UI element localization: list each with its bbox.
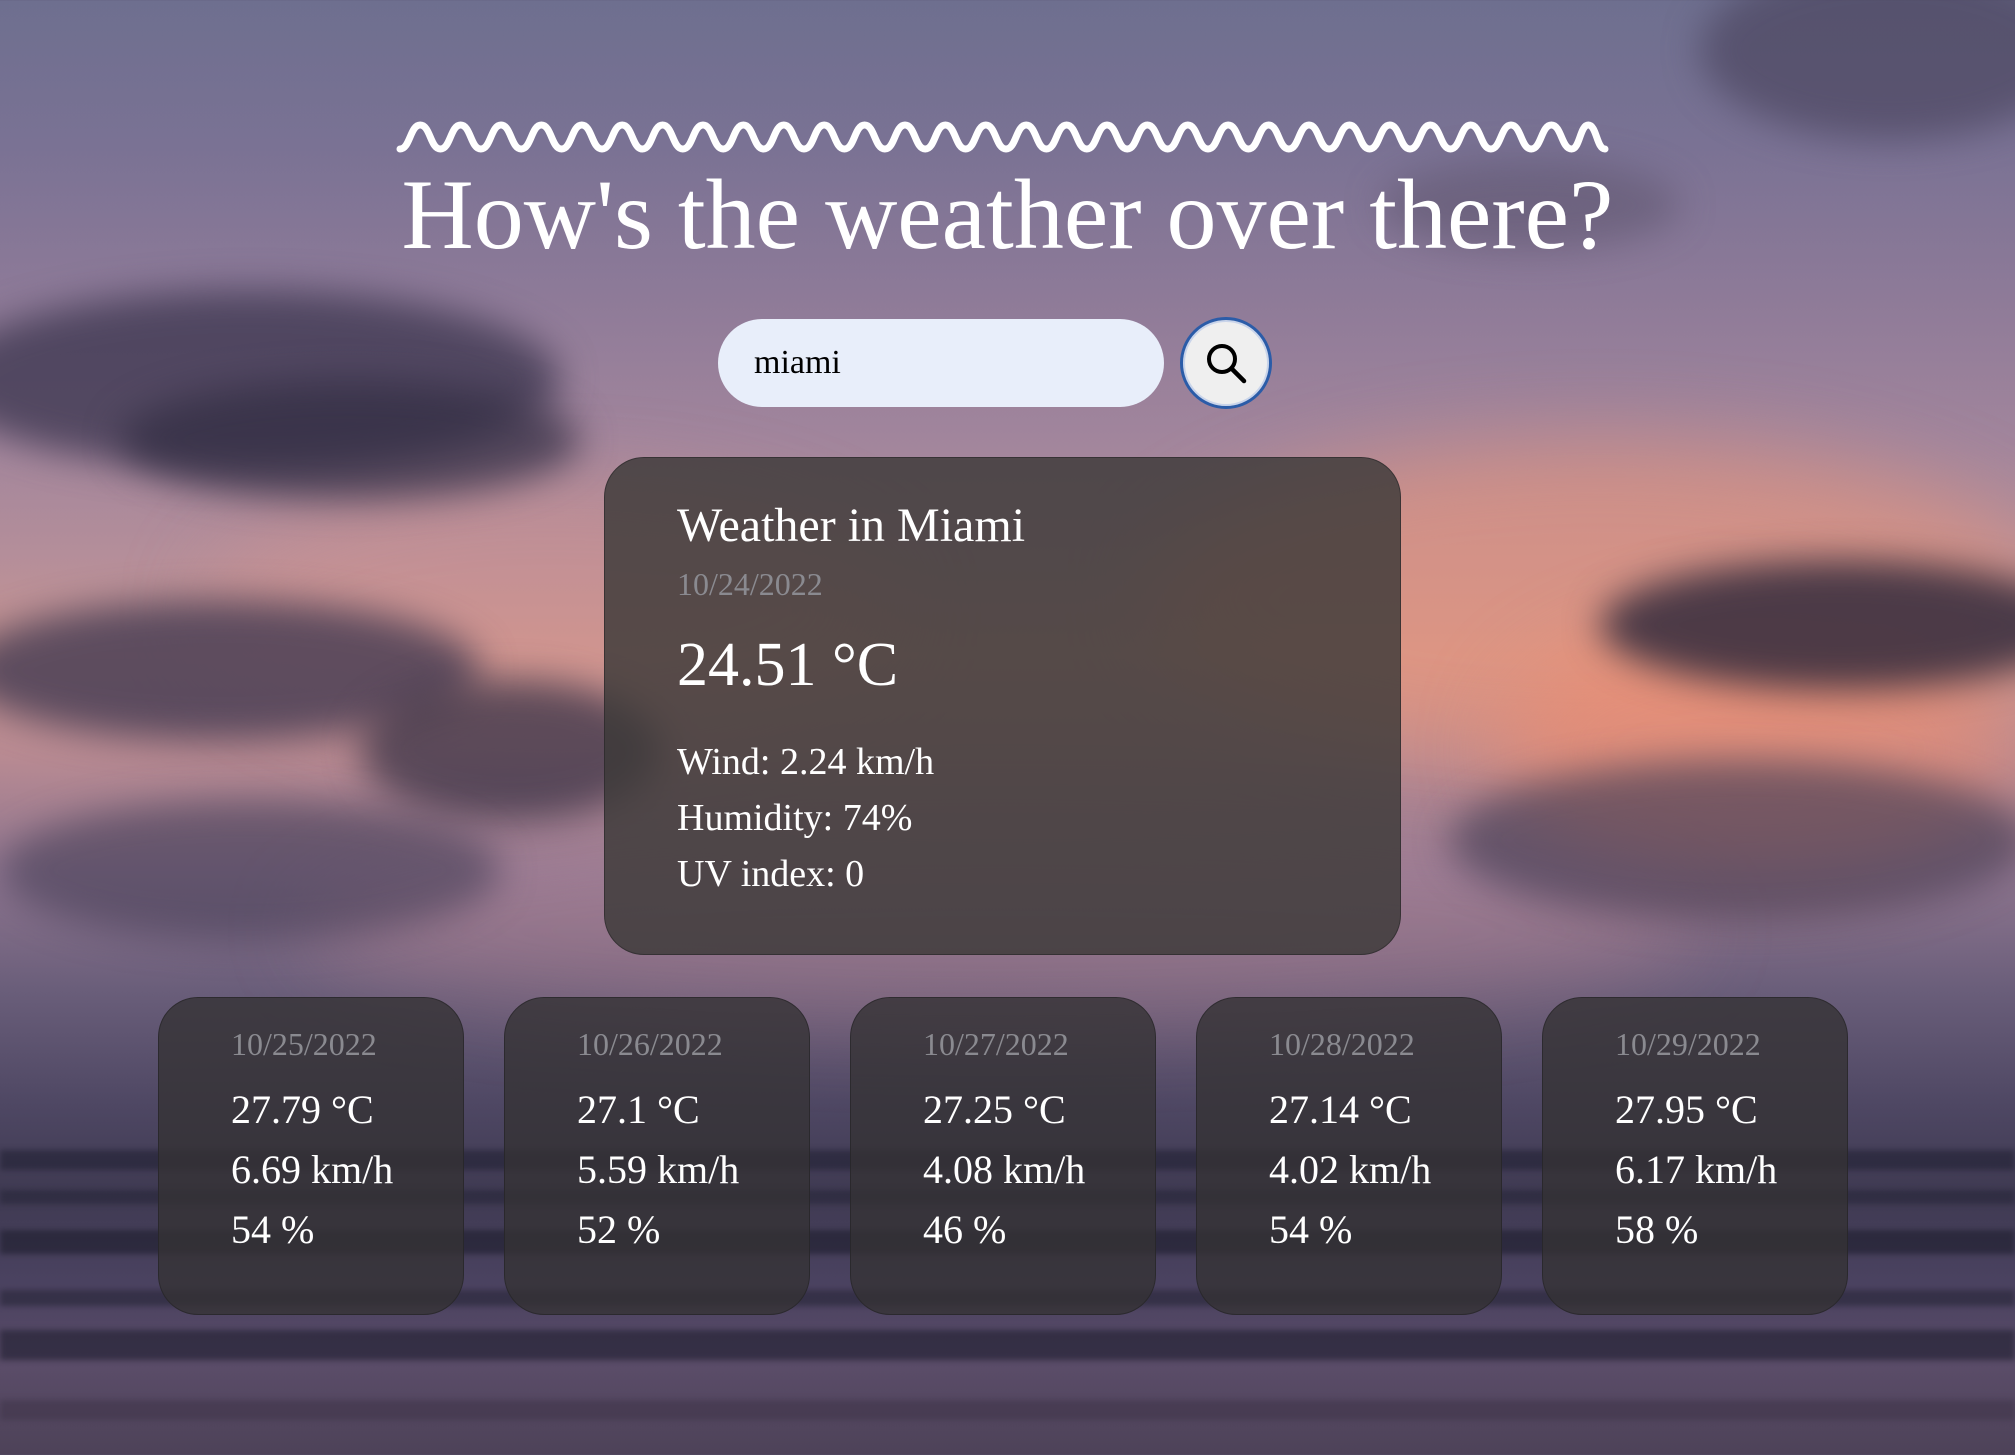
forecast-humidity: 52 % [577,1207,661,1252]
forecast-date: 10/28/2022 [1269,1026,1415,1062]
current-wind: Wind: 2.24 km/h [677,741,935,783]
current-temperature: 24.51 °C [677,631,899,699]
forecast-humidity: 58 % [1615,1207,1699,1252]
page-title: How's the weather over there? [401,159,1614,270]
forecast-card: 10/26/2022 27.1 °C 5.59 km/h 52 % [504,997,810,1315]
forecast-humidity: 54 % [231,1207,315,1252]
current-humidity: Humidity: 74% [677,797,913,839]
current-weather-card: Weather in Miami 10/24/2022 24.51 °C Win… [604,457,1401,955]
forecast-card: 10/27/2022 27.25 °C 4.08 km/h 46 % [850,997,1156,1315]
forecast-temperature: 27.95 °C [1615,1087,1758,1132]
forecast-temperature: 27.79 °C [231,1087,374,1132]
city-search-input[interactable] [718,319,1164,407]
forecast-card: 10/29/2022 27.95 °C 6.17 km/h 58 % [1542,997,1848,1315]
forecast-date: 10/25/2022 [231,1026,377,1062]
forecast-humidity: 54 % [1269,1207,1353,1252]
search-button[interactable] [1180,317,1272,409]
forecast-wind: 6.69 km/h [231,1147,394,1192]
forecast-wind: 4.02 km/h [1269,1147,1432,1192]
forecast-card: 10/25/2022 27.79 °C 6.69 km/h 54 % [158,997,464,1315]
forecast-temperature: 27.14 °C [1269,1087,1412,1132]
forecast-temperature: 27.25 °C [923,1087,1066,1132]
forecast-date: 10/26/2022 [577,1026,723,1062]
current-city-heading: Weather in Miami [677,499,1026,552]
forecast-wind: 5.59 km/h [577,1147,740,1192]
wavy-divider [396,121,1609,153]
forecast-humidity: 46 % [923,1207,1007,1252]
current-date: 10/24/2022 [677,566,823,602]
forecast-temperature: 27.1 °C [577,1087,700,1132]
forecast-date: 10/27/2022 [923,1026,1069,1062]
current-uv-index: UV index: 0 [677,853,865,895]
forecast-card: 10/28/2022 27.14 °C 4.02 km/h 54 % [1196,997,1502,1315]
forecast-wind: 4.08 km/h [923,1147,1086,1192]
forecast-date: 10/29/2022 [1615,1026,1761,1062]
search-icon [1207,344,1247,384]
forecast-wind: 6.17 km/h [1615,1147,1778,1192]
